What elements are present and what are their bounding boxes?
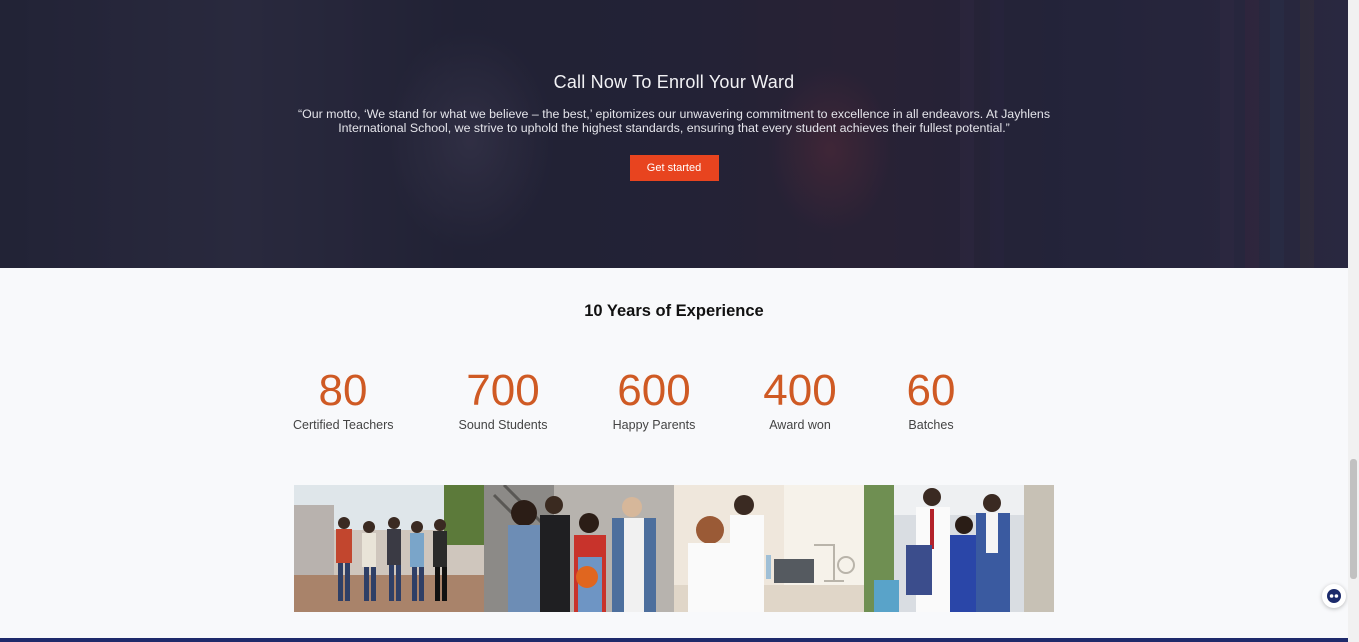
teens-basketball-image xyxy=(484,485,674,612)
enroll-hero-banner: Call Now To Enroll Your Ward “Our motto,… xyxy=(0,0,1348,268)
formal-students-image xyxy=(864,485,1054,612)
photo-gallery xyxy=(294,485,1054,612)
stat-label: Certified Teachers xyxy=(293,418,394,432)
hero-quote: “Our motto, ‘We stand for what we believ… xyxy=(297,107,1051,135)
stat-label: Award won xyxy=(769,418,831,432)
footer-edge xyxy=(0,638,1348,642)
stat-label: Sound Students xyxy=(458,418,548,432)
page: Call Now To Enroll Your Ward “Our motto,… xyxy=(0,0,1359,642)
teens-basketball-photo xyxy=(484,485,674,612)
stat-label: Happy Parents xyxy=(612,418,696,432)
experience-title: 10 Years of Experience xyxy=(584,302,764,320)
stat-label: Batches xyxy=(908,418,954,432)
stat-value: 600 xyxy=(617,366,691,415)
students-group-photo xyxy=(294,485,484,612)
hero-title: Call Now To Enroll Your Ward xyxy=(553,72,795,92)
stat-value: 60 xyxy=(906,366,956,415)
stat-award-won: 400 Award won xyxy=(758,366,842,432)
stat-happy-parents: 600 Happy Parents xyxy=(609,366,699,432)
stat-sound-students: 700 Sound Students xyxy=(456,366,550,432)
get-started-button[interactable]: Get started xyxy=(629,155,719,181)
chat-assistant-button[interactable] xyxy=(1322,584,1346,608)
lab-scientists-photo xyxy=(674,485,864,612)
page-scrollbar[interactable] xyxy=(1348,0,1359,642)
stat-value: 700 xyxy=(466,366,540,415)
hero-content: Call Now To Enroll Your Ward “Our motto,… xyxy=(0,72,1348,181)
stat-batches: 60 Batches xyxy=(901,366,961,432)
stat-value: 80 xyxy=(318,366,368,415)
scrollbar-thumb[interactable] xyxy=(1350,459,1357,579)
stat-value: 400 xyxy=(763,366,837,415)
formal-students-photo xyxy=(864,485,1054,612)
students-group-image xyxy=(294,485,484,612)
chat-assistant-icon xyxy=(1327,589,1341,603)
stat-certified-teachers: 80 Certified Teachers xyxy=(293,366,394,432)
lab-scientists-image xyxy=(674,485,864,612)
